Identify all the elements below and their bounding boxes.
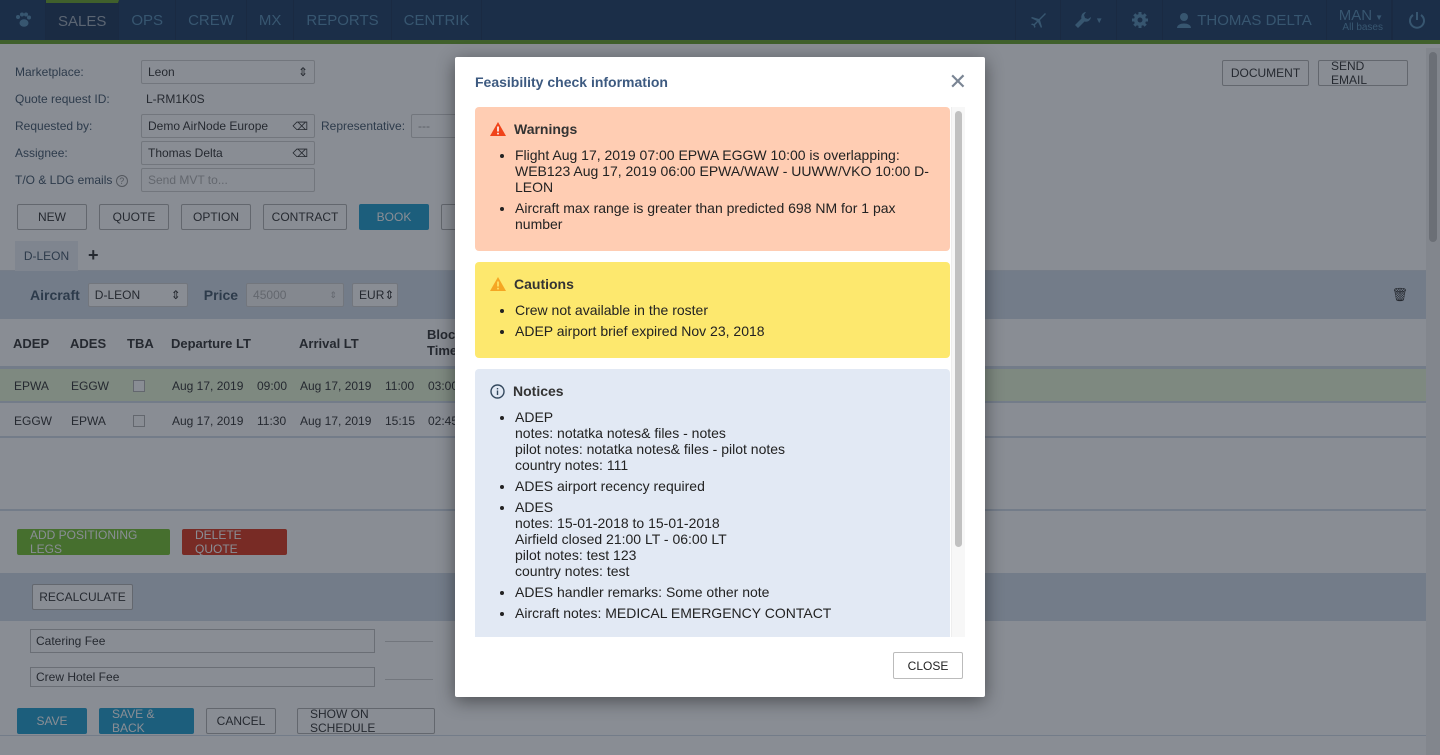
notice-item: ADES handler remarks: Some other note <box>515 584 935 600</box>
warning-item: Flight Aug 17, 2019 07:00 EPWA EGGW 10:0… <box>515 147 935 195</box>
notice-item: ADEP notes: notatka notes& files - notes… <box>515 409 935 473</box>
notices-title: Notices <box>513 383 564 399</box>
cautions-title: Cautions <box>514 276 574 292</box>
modal-title: Feasibility check information <box>475 74 668 90</box>
notice-item: ADES airport recency required <box>515 478 935 494</box>
notice-item: ADES notes: 15-01-2018 to 15-01-2018 Air… <box>515 499 935 579</box>
notices-list: ADEP notes: notatka notes& files - notes… <box>515 409 935 621</box>
caution-item: ADEP airport brief expired Nov 23, 2018 <box>515 323 935 339</box>
modal-scrollbar[interactable] <box>951 107 965 637</box>
close-icon[interactable]: ✕ <box>949 69 967 95</box>
info-icon <box>490 383 505 399</box>
warning-item: Aircraft max range is greater than predi… <box>515 200 935 232</box>
caution-icon <box>490 277 506 291</box>
modal-scrollbar-thumb[interactable] <box>955 111 962 547</box>
caution-item: Crew not available in the roster <box>515 302 935 318</box>
close-button[interactable]: CLOSE <box>893 652 963 679</box>
modal-body: Warnings Flight Aug 17, 2019 07:00 EPWA … <box>475 107 965 637</box>
warning-icon <box>490 122 506 136</box>
notices-panel: Notices ADEP notes: notatka notes& files… <box>475 369 950 637</box>
cautions-panel: Cautions Crew not available in the roste… <box>475 262 950 358</box>
warnings-list: Flight Aug 17, 2019 07:00 EPWA EGGW 10:0… <box>515 147 935 232</box>
warnings-panel: Warnings Flight Aug 17, 2019 07:00 EPWA … <box>475 107 950 251</box>
warnings-title: Warnings <box>514 121 578 137</box>
notice-item: Aircraft notes: MEDICAL EMERGENCY CONTAC… <box>515 605 935 621</box>
feasibility-modal: Feasibility check information ✕ Warnings… <box>455 57 985 697</box>
cautions-list: Crew not available in the roster ADEP ai… <box>515 302 935 339</box>
